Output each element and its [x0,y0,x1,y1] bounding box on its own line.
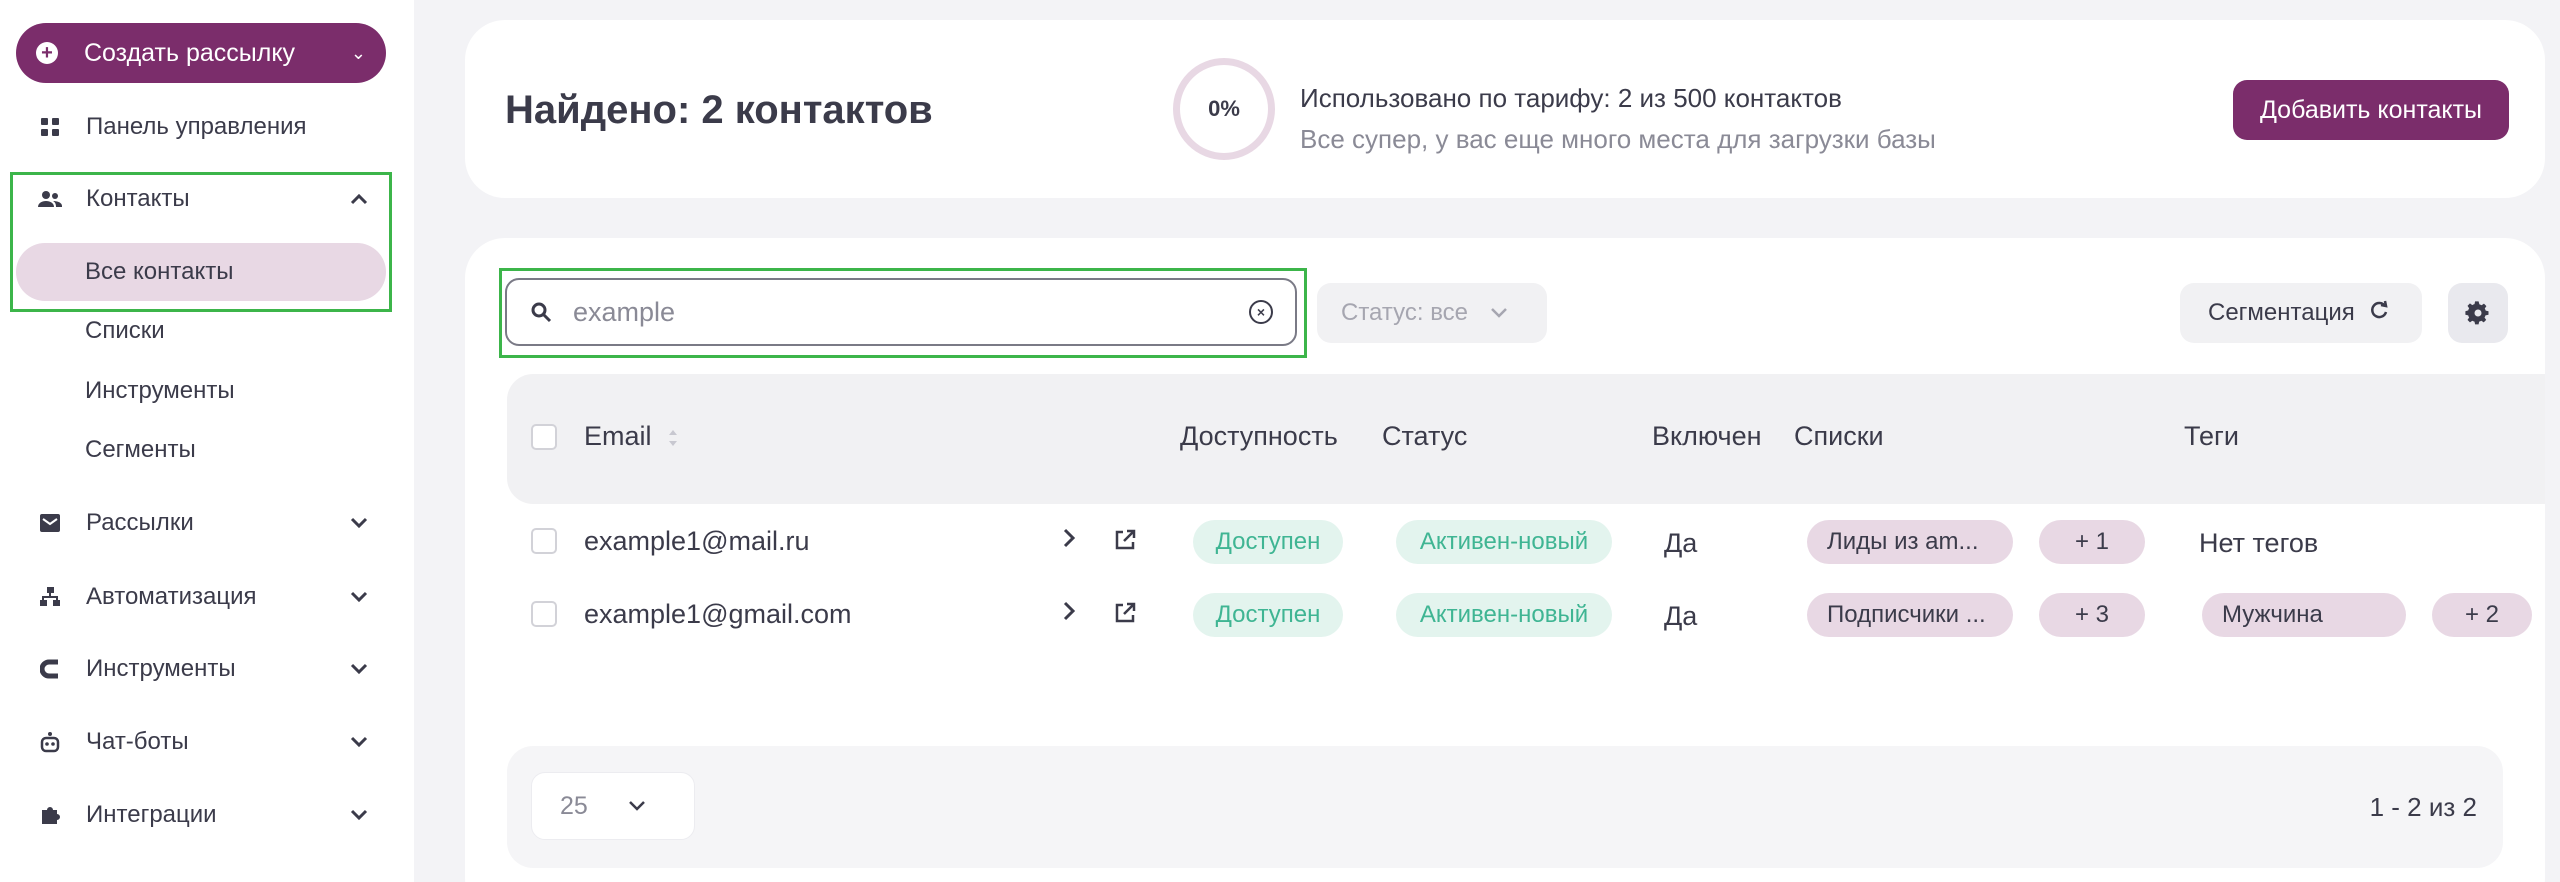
page-size-value: 25 [560,791,588,820]
sidebar-item-automation[interactable]: Автоматизация [0,568,414,626]
chevron-right-icon[interactable] [1062,525,1076,556]
segmentation-button[interactable]: Сегментация [2180,283,2422,343]
chevron-down-icon [1490,303,1508,324]
chevron-down-icon [628,796,646,817]
column-header-lists: Списки [1794,421,1884,451]
chevron-down-icon[interactable]: ⌄ [351,43,366,64]
chevron-down-icon[interactable] [350,731,368,754]
create-mailing-label: Создать рассылку [84,38,296,67]
sidebar-item-label: Рассылки [86,509,194,536]
sidebar-subitem-lists[interactable]: Списки [16,302,386,360]
tag-value: Нет тегов [2199,528,2319,558]
status-filter-dropdown[interactable]: Статус: все [1317,283,1547,343]
sort-icon[interactable] [667,427,679,449]
tag-badge[interactable]: Мужчина [2202,593,2406,637]
status-filter-label: Статус: все [1341,299,1469,326]
create-mailing-button[interactable]: + Создать рассылку ⌄ [16,23,386,83]
pagination-info: 1 - 2 из 2 [2369,792,2477,822]
hierarchy-icon [38,585,62,609]
enabled-value: Да [1664,528,1698,558]
contact-email[interactable]: example1@gmail.com [584,599,852,630]
sidebar-item-integrations[interactable]: Интеграции [0,786,414,844]
refresh-icon [2369,300,2389,326]
table-footer: 25 1 - 2 из 2 [507,746,2503,868]
search-field[interactable]: × [505,278,1297,346]
status-badge: Активен-новый [1396,520,1612,564]
plus-icon: + [36,42,58,64]
sidebar-subitem-segments[interactable]: Сегменты [16,421,386,479]
segmentation-label: Сегментация [2208,299,2355,326]
status-badge: Активен-новый [1396,593,1612,637]
gear-icon [2465,301,2489,325]
tag-more-badge[interactable]: + 2 [2432,593,2532,637]
list-badge[interactable]: Лиды из am... [1807,520,2013,564]
usage-progress-ring: 0% [1173,58,1275,160]
users-icon [38,187,62,211]
add-contacts-button[interactable]: Добавить контакты [2233,80,2509,140]
external-link-icon[interactable] [1113,601,1137,625]
list-more-badge[interactable]: + 3 [2039,593,2145,637]
sidebar-item-label: Интеграции [86,801,217,828]
sidebar-subitem-label: Сегменты [85,436,196,463]
search-input[interactable] [573,296,1249,328]
row-checkbox[interactable] [531,528,557,554]
list-badge[interactable]: Подписчики ... [1807,593,2013,637]
sidebar-item-label: Чат-боты [86,728,189,755]
usage-progress-value: 0% [1208,96,1240,121]
column-header-email[interactable]: Email [584,421,679,452]
sidebar-item-label: Контакты [86,185,190,212]
sidebar-subitem-tools[interactable]: Инструменты [16,362,386,420]
external-link-icon[interactable] [1113,528,1137,552]
table-settings-button[interactable] [2448,283,2508,343]
availability-badge: Доступен [1193,593,1343,637]
magnet-icon [38,657,62,681]
sidebar-item-dashboard[interactable]: Панель управления [0,98,414,156]
contacts-table-card: × Статус: все Сегментация Email Доступно… [465,238,2545,882]
sidebar-item-label: Инструменты [86,655,236,682]
chevron-up-icon[interactable] [350,188,368,211]
chevron-right-icon[interactable] [1062,598,1076,629]
sidebar: + Создать рассылку ⌄ Панель управления К… [0,0,414,882]
table-header: Email Доступность Статус Включен Списки … [507,374,2545,504]
select-all-checkbox[interactable] [531,424,557,450]
search-icon [531,302,552,323]
sidebar-item-chatbots[interactable]: Чат-боты [0,713,414,771]
sidebar-subitem-label: Списки [85,317,165,344]
usage-hint: Все супер, у вас еще много места для заг… [1300,124,1936,154]
sidebar-item-label: Панель управления [86,113,307,140]
usage-info: Использовано по тарифу: 2 из 500 контакт… [1300,83,1842,113]
enabled-value: Да [1664,601,1698,631]
column-header-status: Статус [1382,421,1468,451]
column-header-availability: Доступность [1180,421,1338,451]
sidebar-subitem-label: Все контакты [85,258,234,285]
column-header-tags: Теги [2184,421,2239,451]
contact-email[interactable]: example1@mail.ru [584,526,810,557]
chevron-down-icon[interactable] [350,512,368,535]
column-header-enabled: Включен [1652,421,1762,451]
availability-badge: Доступен [1193,520,1343,564]
page-title: Найдено: 2 контактов [505,88,933,132]
grid-icon [38,115,62,139]
sidebar-item-contacts[interactable]: Контакты [0,170,414,228]
puzzle-icon [38,803,62,827]
chevron-down-icon[interactable] [350,804,368,827]
chevron-down-icon[interactable] [350,658,368,681]
page-size-select[interactable]: 25 [531,772,695,840]
mail-icon [38,511,62,535]
bot-icon [38,730,62,754]
sidebar-subitem-label: Инструменты [85,377,235,404]
clear-search-icon[interactable]: × [1249,300,1273,324]
row-checkbox[interactable] [531,601,557,627]
sidebar-item-mailings[interactable]: Рассылки [0,494,414,552]
sidebar-item-tools[interactable]: Инструменты [0,640,414,698]
chevron-down-icon[interactable] [350,586,368,609]
sidebar-item-label: Автоматизация [86,583,257,610]
summary-card: Найдено: 2 контактов 0% Использовано по … [465,20,2545,198]
list-more-badge[interactable]: + 1 [2039,520,2145,564]
sidebar-subitem-all-contacts[interactable]: Все контакты [16,243,386,301]
